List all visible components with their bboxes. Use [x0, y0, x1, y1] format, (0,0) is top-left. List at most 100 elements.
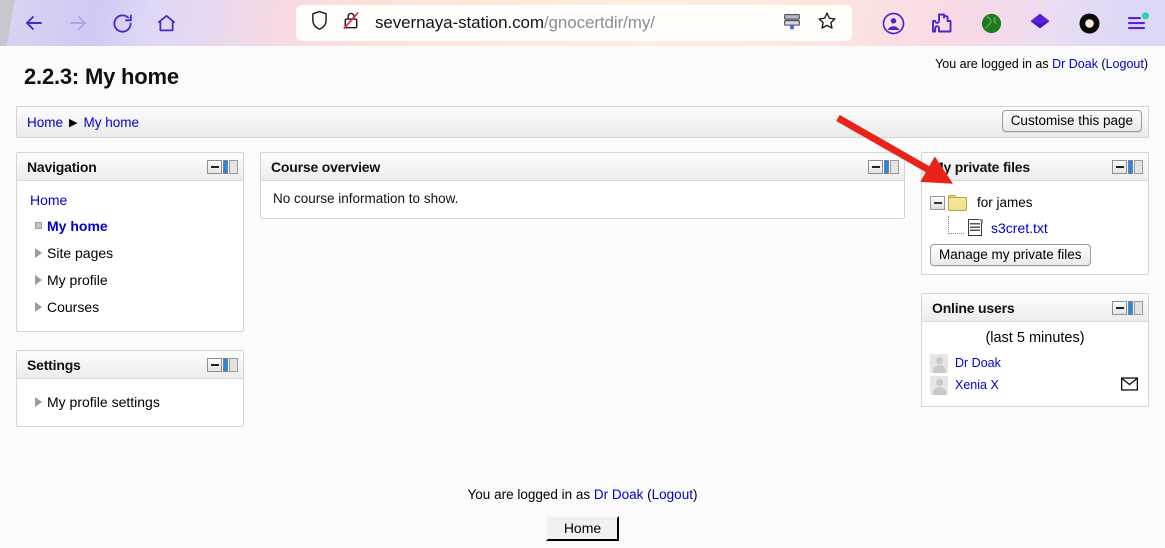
online-users-title: Online users [932, 300, 1112, 316]
online-users-header: Online users [922, 294, 1148, 322]
breadcrumb-current[interactable]: My home [83, 115, 139, 130]
sidebar-item-site-pages[interactable]: Site pages [29, 239, 233, 266]
sidebar-item-courses[interactable]: Courses [29, 293, 233, 320]
right-column: My private files for james [921, 152, 1149, 425]
reload-icon[interactable] [110, 11, 134, 35]
dock-block-icon[interactable] [1128, 160, 1143, 174]
footer-prefix: You are logged in as [468, 487, 594, 502]
online-user-row[interactable]: Dr Doak [930, 352, 1140, 374]
user-profile-link[interactable]: Dr Doak [1052, 57, 1098, 71]
page-content: 2.2.3: My home You are logged in as Dr D… [0, 46, 1165, 548]
black-ring-icon[interactable] [1076, 10, 1102, 36]
nav-item-label: Site pages [47, 245, 113, 261]
block-controls [207, 160, 238, 174]
breadcrumb: Home ▶ My home Customise this page [16, 106, 1149, 138]
collapse-minus-icon[interactable] [868, 160, 883, 174]
course-overview-title: Course overview [271, 159, 868, 175]
navigation-list: My home Site pages My profile Cours [29, 212, 233, 320]
collapse-minus-icon[interactable] [1112, 301, 1127, 315]
footer-user-link[interactable]: Dr Doak [594, 487, 644, 502]
insecure-connection-icon[interactable] [341, 10, 361, 36]
file-link[interactable]: s3cret.txt [991, 220, 1048, 236]
page-footer: You are logged in as Dr Doak (Logout) Ho… [0, 445, 1165, 541]
sidebar-item-my-home[interactable]: My home [29, 212, 233, 239]
navigation-block-header: Navigation [17, 153, 243, 181]
settings-list: My profile settings [29, 388, 233, 415]
collapse-folder-icon[interactable] [930, 196, 945, 210]
online-user-link[interactable]: Dr Doak [955, 356, 1001, 370]
url-text[interactable]: severnaya-station.com/gnocertdir/my/ [375, 13, 655, 33]
nav-item-label: My profile [47, 272, 108, 288]
navigation-block: Navigation Home My home [16, 152, 244, 332]
sidebar-item-my-profile[interactable]: My profile [29, 266, 233, 293]
block-controls [1112, 301, 1143, 315]
nav-root-link[interactable]: Home [30, 192, 233, 208]
file-row[interactable]: s3cret.txt [930, 215, 1140, 240]
tracking-protection-shield-icon[interactable] [310, 10, 329, 36]
collapse-minus-icon[interactable] [207, 160, 222, 174]
expand-triangle-icon[interactable] [29, 248, 47, 258]
extensions-puzzle-icon[interactable] [929, 10, 955, 36]
login-info-header: You are logged in as Dr Doak (Logout) [935, 57, 1148, 71]
settings-block-title: Settings [27, 357, 207, 373]
nav-home-link[interactable]: Home [30, 192, 67, 208]
dock-block-icon[interactable] [223, 160, 238, 174]
manage-my-private-files-button[interactable]: Manage my private files [930, 244, 1091, 266]
online-user-link[interactable]: Xenia X [955, 378, 999, 392]
footer-logout-link[interactable]: Logout [652, 487, 693, 502]
page-header: 2.2.3: My home You are logged in as Dr D… [0, 46, 1165, 106]
dock-block-icon[interactable] [1128, 301, 1143, 315]
customise-this-page-button[interactable]: Customise this page [1002, 110, 1142, 132]
expand-triangle-icon[interactable] [29, 275, 47, 285]
online-users-subtitle: (last 5 minutes) [930, 330, 1140, 346]
forward-arrow-icon [66, 11, 90, 35]
avatar [930, 354, 948, 373]
avatar [930, 376, 948, 395]
folder-icon [948, 195, 968, 211]
back-arrow-icon[interactable] [22, 11, 46, 35]
send-message-icon[interactable] [1121, 377, 1138, 394]
dock-block-icon[interactable] [223, 358, 238, 372]
dock-block-icon[interactable] [884, 160, 899, 174]
server-save-icon[interactable] [781, 10, 803, 37]
private-files-body: for james s3cret.txt Manage my private f… [922, 181, 1148, 274]
collapse-minus-icon[interactable] [1112, 160, 1127, 174]
nav-item-label: Courses [47, 299, 99, 315]
expand-triangle-icon[interactable] [29, 302, 47, 312]
address-bar[interactable]: severnaya-station.com/gnocertdir/my/ [296, 5, 852, 41]
footer-home-button[interactable]: Home [546, 516, 619, 541]
logout-link[interactable]: Logout [1106, 57, 1144, 71]
browser-toolbar: severnaya-station.com/gnocertdir/my/ [0, 0, 1165, 46]
footer-paren-close: ) [693, 487, 698, 502]
settings-item-label: My profile settings [47, 394, 160, 410]
online-user-row[interactable]: Xenia X [930, 374, 1140, 396]
expand-triangle-icon[interactable] [29, 397, 47, 407]
private-files-header: My private files [922, 153, 1148, 181]
file-tree: for james s3cret.txt [930, 190, 1140, 240]
folder-name: for james [977, 195, 1033, 210]
folder-row[interactable]: for james [930, 190, 1140, 215]
settings-block-body: My profile settings [17, 379, 243, 426]
home-icon[interactable] [154, 11, 178, 35]
bookmark-star-icon[interactable] [816, 10, 838, 37]
block-controls [207, 358, 238, 372]
hamburger-menu-icon[interactable] [1125, 10, 1151, 36]
purple-diamond-icon[interactable] [1027, 10, 1053, 36]
browser-extension-toolbar [880, 0, 1151, 46]
footer-paren-open: ( [643, 487, 651, 502]
course-overview-header: Course overview [261, 153, 904, 181]
online-users-body: (last 5 minutes) Dr Doak Xenia X [922, 322, 1148, 406]
course-overview-body: No course information to show. [261, 181, 904, 218]
left-column: Navigation Home My home [16, 152, 244, 445]
collapse-minus-icon[interactable] [207, 358, 222, 372]
browser-nav-buttons [0, 11, 178, 35]
sidebar-item-my-profile-settings[interactable]: My profile settings [29, 388, 233, 415]
nav-item-label: My home [47, 218, 108, 234]
breadcrumb-home[interactable]: Home [27, 115, 63, 130]
paren-open: ( [1098, 57, 1106, 71]
green-globe-icon[interactable] [978, 10, 1004, 36]
account-circle-icon[interactable] [880, 10, 906, 36]
my-private-files-block: My private files for james [921, 152, 1149, 275]
bullet-square-icon [29, 222, 47, 229]
private-files-title: My private files [932, 159, 1112, 175]
